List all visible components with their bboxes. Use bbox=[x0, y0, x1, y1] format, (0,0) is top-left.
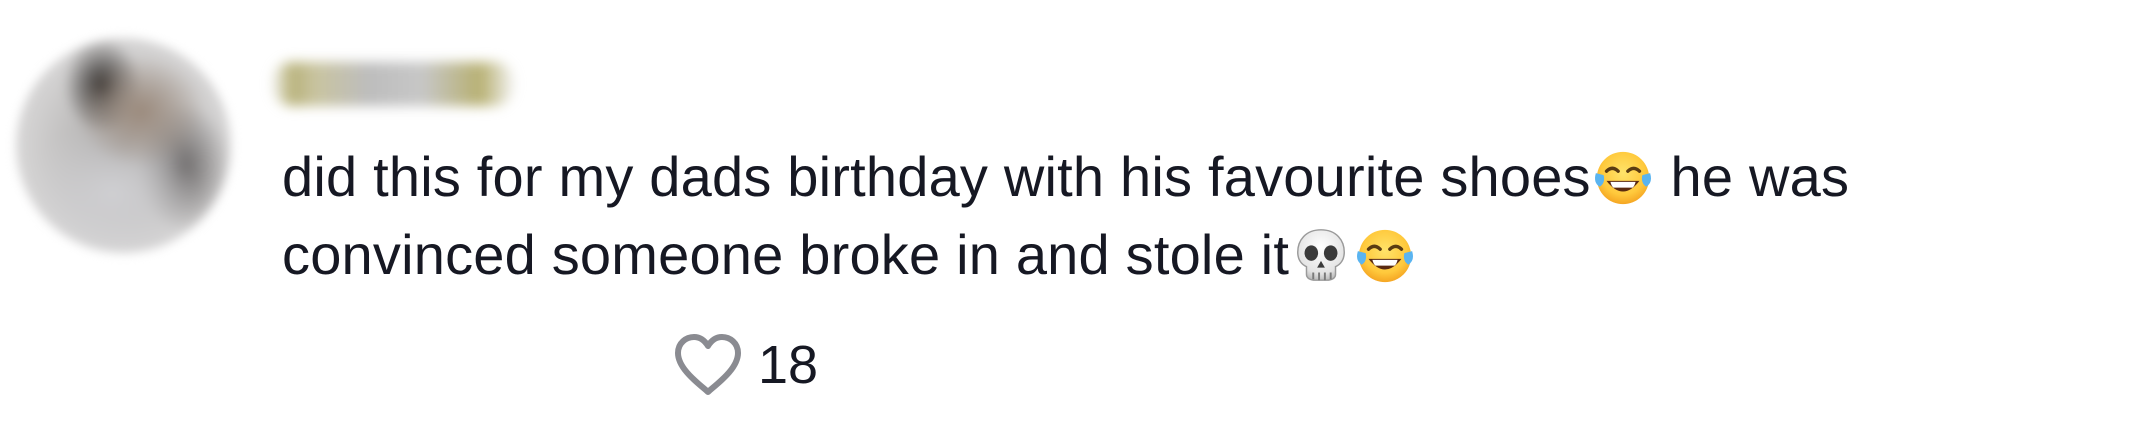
comment-line-1-after: he was bbox=[1654, 145, 1850, 208]
comment-item: username did this for my dads birthday w… bbox=[0, 0, 2132, 422]
like-button[interactable]: 18 bbox=[672, 328, 818, 402]
avatar[interactable] bbox=[16, 38, 231, 253]
username-blurred[interactable]: username bbox=[272, 62, 514, 106]
laughing-tears-emoji bbox=[1357, 229, 1414, 283]
comment-line-1-text: did this for my dads birthday with his f… bbox=[282, 145, 1591, 208]
comment-text: did this for my dads birthday with his f… bbox=[282, 138, 2122, 294]
comment-line-1: did this for my dads birthday with his f… bbox=[282, 138, 2122, 216]
laughing-tears-emoji bbox=[1594, 151, 1651, 205]
like-count: 18 bbox=[758, 335, 819, 395]
skull-emoji bbox=[1297, 229, 1346, 281]
heart-icon bbox=[675, 334, 741, 395]
comment-line-2-text: convinced someone broke in and stole it bbox=[282, 223, 1290, 286]
comment-line-2: convinced someone broke in and stole it bbox=[282, 216, 2122, 294]
